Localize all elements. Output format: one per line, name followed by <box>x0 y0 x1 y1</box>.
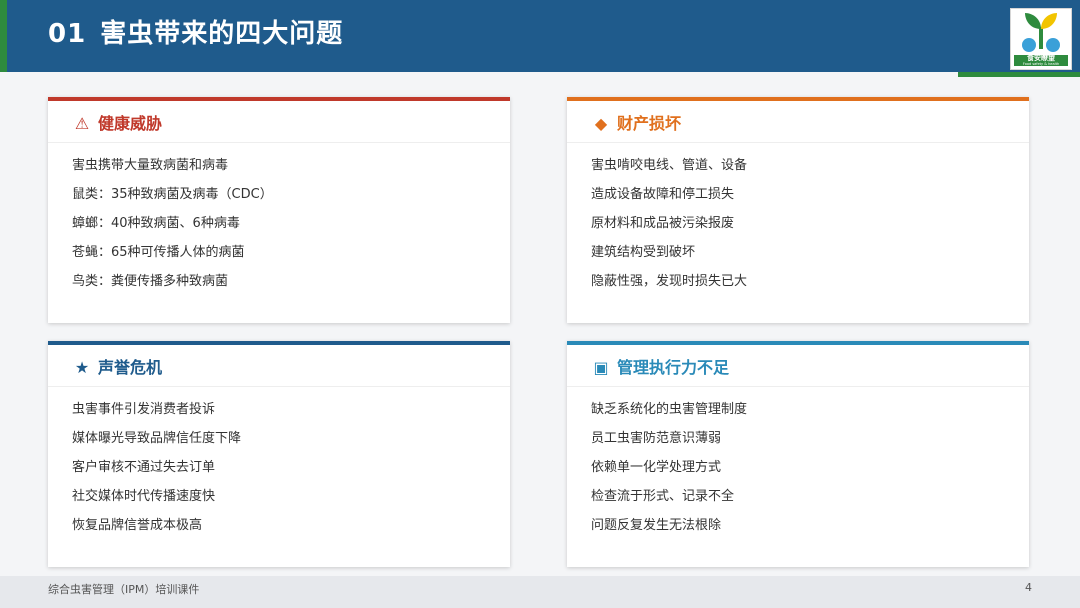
card-title: 声誉危机 <box>98 358 163 377</box>
list-item: 建筑结构受到破坏 <box>591 245 696 260</box>
list-item: 蟑螂：40种致病菌、6种病毒 <box>72 216 240 231</box>
card-heading: ⚠ 健康威胁 <box>72 113 162 135</box>
footer-course-title: 综合虫害管理（IPM）培训课件 <box>48 583 200 596</box>
card-heading: ▣ 管理执行力不足 <box>591 357 729 379</box>
list-item: 虫害事件引发消费者投诉 <box>72 402 216 417</box>
list-item: 问题反复发生无法根除 <box>591 518 722 533</box>
card-property-damage: ◆ 财产损坏 害虫啃咬电线、管道、设备 造成设备故障和停工损失 原材料和成品被污染… <box>567 97 1029 323</box>
card-divider <box>48 142 510 143</box>
list-item: 原材料和成品被污染报废 <box>591 216 735 231</box>
list-item: 造成设备故障和停工损失 <box>591 187 735 202</box>
star-icon: ★ <box>74 358 90 377</box>
header-accent-bar <box>0 0 7 72</box>
card-divider <box>567 386 1029 387</box>
card-reputation-crisis: ★ 声誉危机 虫害事件引发消费者投诉 媒体曝光导致品牌信任度下降 客户审核不通过失… <box>48 341 510 567</box>
card-list: 害虫携带大量致病菌和病毒 鼠类：35种致病菌及病毒（CDC） 蟑螂：40种致病菌… <box>72 151 273 296</box>
slide-footer: 综合虫害管理（IPM）培训课件 4 <box>0 576 1080 608</box>
diamond-icon: ◆ <box>594 114 608 133</box>
card-health-threat: ⚠ 健康威胁 害虫携带大量致病菌和病毒 鼠类：35种致病菌及病毒（CDC） 蟑螂：… <box>48 97 510 323</box>
card-divider <box>567 142 1029 143</box>
list-item: 恢复品牌信誉成本极高 <box>72 518 203 533</box>
card-heading: ★ 声誉危机 <box>72 357 162 379</box>
page-number: 4 <box>1025 581 1032 594</box>
warning-icon: ⚠ <box>74 114 90 133</box>
logo-leaf-icon <box>1022 13 1060 52</box>
list-item: 员工虫害防范意识薄弱 <box>591 431 722 446</box>
page-title: 01 害虫带来的四大问题 <box>48 14 343 54</box>
list-item: 客户审核不通过失去订单 <box>72 460 216 475</box>
card-divider <box>48 386 510 387</box>
square-icon: ▣ <box>593 358 609 377</box>
card-list: 害虫啃咬电线、管道、设备 造成设备故障和停工损失 原材料和成品被污染报废 建筑结… <box>591 151 747 296</box>
brand-logo: 食安瞭望 Food safety & health <box>1010 8 1072 70</box>
card-list: 缺乏系统化的虫害管理制度 员工虫害防范意识薄弱 依赖单一化学处理方式 检查流于形… <box>591 395 747 540</box>
list-item: 媒体曝光导致品牌信任度下降 <box>72 431 242 446</box>
list-item: 害虫携带大量致病菌和病毒 <box>72 158 229 173</box>
section-number: 01 <box>48 19 87 49</box>
card-color-bar <box>567 341 1029 345</box>
card-heading: ◆ 财产损坏 <box>591 113 681 135</box>
card-title: 管理执行力不足 <box>617 358 730 377</box>
header-underline <box>958 72 1080 77</box>
card-color-bar <box>48 341 510 345</box>
card-title: 财产损坏 <box>617 114 682 133</box>
list-item: 鸟类：粪便传播多种致病菌 <box>72 274 229 289</box>
section-title: 害虫带来的四大问题 <box>100 19 344 49</box>
list-item: 鼠类：35种致病菌及病毒（CDC） <box>72 187 273 202</box>
list-item: 隐蔽性强，发现时损失已大 <box>591 274 748 289</box>
card-list: 虫害事件引发消费者投诉 媒体曝光导致品牌信任度下降 客户审核不通过失去订单 社交… <box>72 395 241 540</box>
slide-header: 01 害虫带来的四大问题 <box>0 0 1080 72</box>
card-title: 健康威胁 <box>98 114 163 133</box>
card-color-bar <box>567 97 1029 101</box>
logo-text: 食安瞭望 <box>1027 54 1055 62</box>
logo-subtitle: Food safety & health <box>1022 62 1060 66</box>
card-color-bar <box>48 97 510 101</box>
list-item: 缺乏系统化的虫害管理制度 <box>591 402 748 417</box>
card-management-gap: ▣ 管理执行力不足 缺乏系统化的虫害管理制度 员工虫害防范意识薄弱 依赖单一化学处… <box>567 341 1029 567</box>
list-item: 依赖单一化学处理方式 <box>591 460 722 475</box>
list-item: 检查流于形式、记录不全 <box>591 489 735 504</box>
list-item: 苍蝇：65种可传播人体的病菌 <box>72 245 245 260</box>
list-item: 社交媒体时代传播速度快 <box>72 489 216 504</box>
list-item: 害虫啃咬电线、管道、设备 <box>591 158 748 173</box>
